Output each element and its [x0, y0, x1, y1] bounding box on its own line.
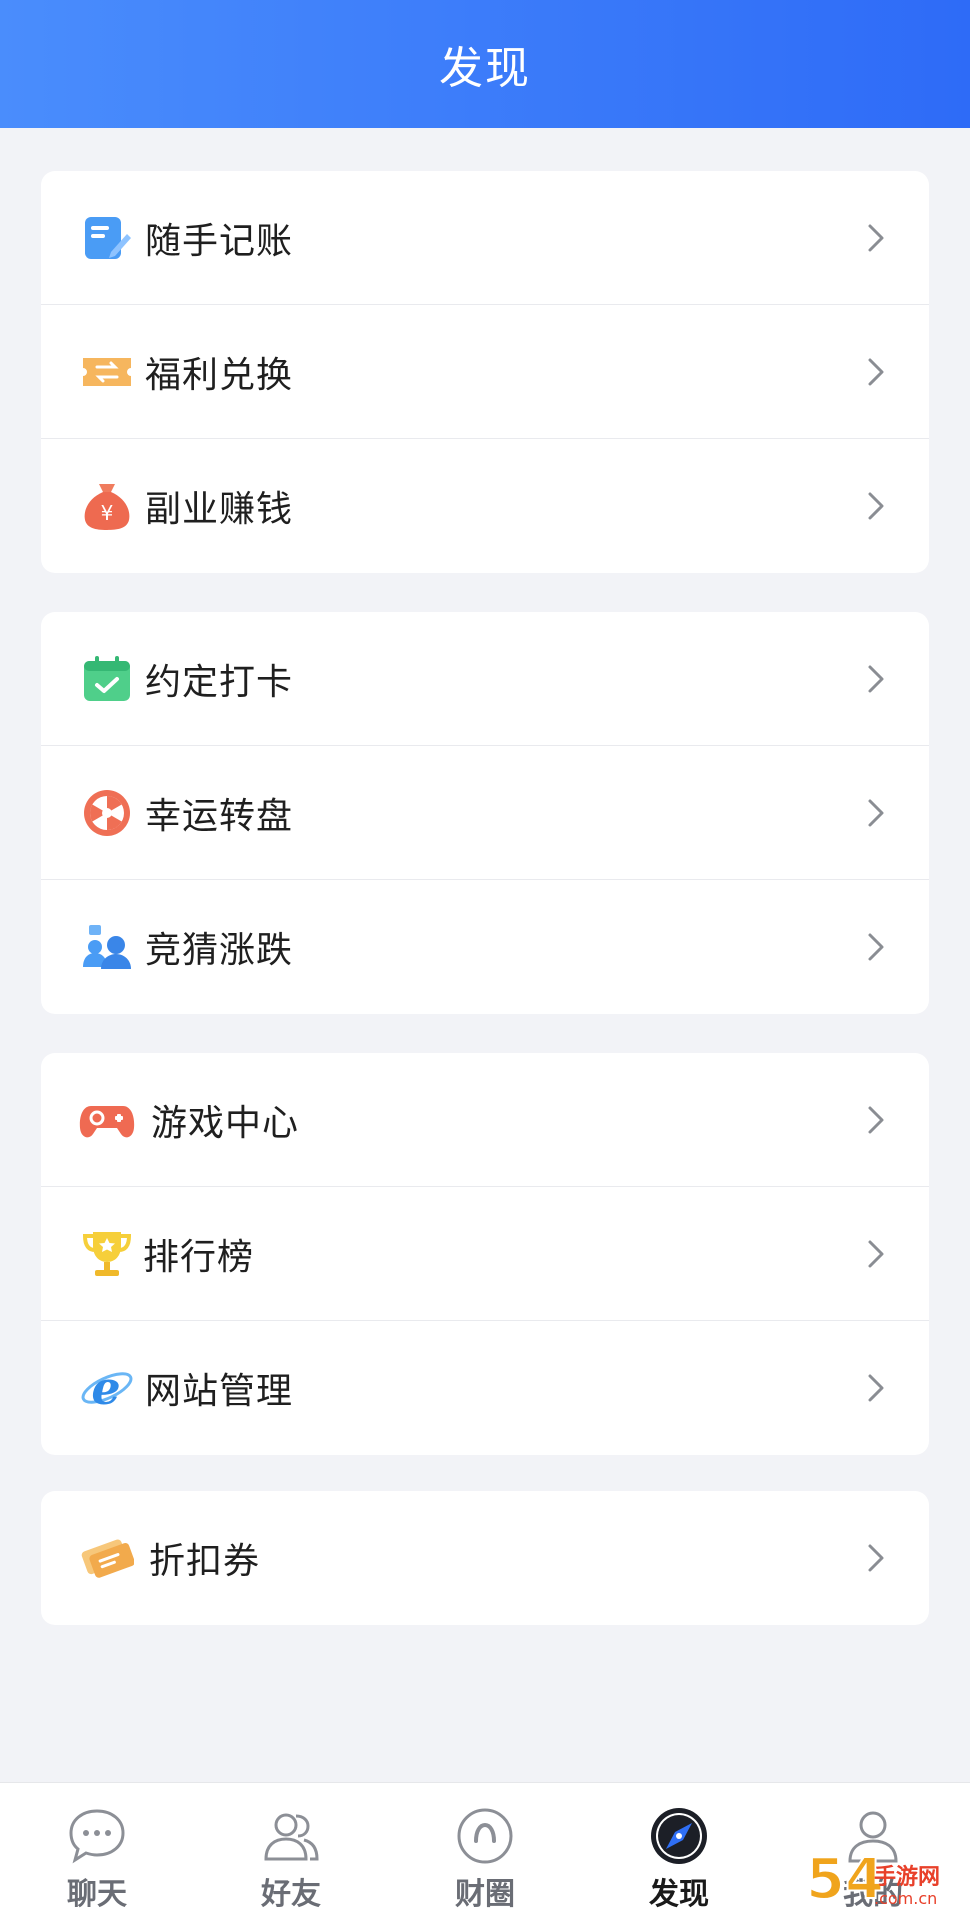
tab-finance-circle[interactable]: 财圈	[388, 1783, 582, 1920]
site-watermark: 54 手游网 .com.cn	[802, 1840, 962, 1910]
svg-text:.com.cn: .com.cn	[874, 1889, 937, 1908]
menu-item-side-income[interactable]: ¥ 副业赚钱	[41, 439, 929, 573]
svg-text:e: e	[91, 1362, 120, 1414]
tab-label: 财圈	[455, 1877, 515, 1912]
menu-item-welfare-exchange[interactable]: 福利兑换	[41, 305, 929, 439]
chevron-right-icon	[863, 489, 889, 523]
friends-icon	[264, 1813, 319, 1861]
menu-item-label: 约定打卡	[145, 661, 294, 703]
menu-item-game-center[interactable]: 游戏中心	[41, 1053, 929, 1187]
svg-text:手游网: 手游网	[874, 1864, 940, 1890]
menu-item-check-in[interactable]: 约定打卡	[41, 612, 929, 746]
menu-item-label: 福利兑换	[145, 354, 294, 396]
chevron-right-icon	[863, 221, 889, 255]
menu-item-coupons[interactable]: 折扣券	[41, 1491, 929, 1625]
tab-label: 发现	[649, 1877, 709, 1912]
chevron-right-icon	[863, 1237, 889, 1271]
chevron-right-icon	[863, 355, 889, 389]
browser-e-icon: e	[79, 1360, 135, 1416]
menu-item-label: 幸运转盘	[145, 795, 294, 837]
page-title: 发现	[439, 43, 531, 94]
chat-bubble-icon	[69, 1809, 125, 1864]
compass-icon	[651, 1808, 707, 1864]
menu-item-bookkeeping[interactable]: 随手记账	[41, 171, 929, 305]
menu-group-1: 随手记账 福利兑换 ¥ 副业赚钱	[41, 171, 929, 573]
menu-item-label: 游戏中心	[151, 1102, 300, 1144]
menu-item-website-manage[interactable]: e 网站管理	[41, 1321, 929, 1455]
chevron-right-icon	[863, 930, 889, 964]
menu-group-2: 约定打卡 幸运转盘 竞猜涨跌	[41, 612, 929, 1014]
tab-friends[interactable]: 好友	[194, 1783, 388, 1920]
tab-discover[interactable]: 发现	[582, 1783, 776, 1920]
menu-item-leaderboard[interactable]: 排行榜	[41, 1187, 929, 1321]
notebook-pen-icon	[79, 210, 135, 266]
header-bar: 发现	[0, 0, 970, 128]
menu-group-4: 折扣券	[41, 1491, 929, 1625]
circle-icon	[457, 1808, 513, 1864]
money-bag-icon: ¥	[79, 478, 135, 534]
tab-label: 聊天	[67, 1877, 127, 1912]
menu-item-label: 网站管理	[145, 1371, 294, 1412]
chevron-right-icon	[863, 1371, 889, 1405]
menu-item-label: 折扣券	[149, 1541, 261, 1582]
chevron-right-icon	[863, 1103, 889, 1137]
menu-item-label: 排行榜	[143, 1236, 255, 1278]
svg-text:¥: ¥	[101, 501, 114, 525]
watermark-logo-icon: 54 手游网 .com.cn	[805, 1846, 940, 1910]
ticket-exchange-icon	[79, 344, 135, 400]
svg-text:54: 54	[806, 1847, 884, 1910]
chevron-right-icon	[863, 1541, 889, 1575]
coupon-icon	[79, 1530, 135, 1586]
chevron-right-icon	[863, 796, 889, 830]
chevron-right-icon	[863, 662, 889, 696]
people-guess-icon	[79, 919, 135, 975]
menu-group-3: 游戏中心 排行榜 e 网站管理	[41, 1053, 929, 1455]
menu-item-label: 随手记账	[145, 220, 294, 262]
lucky-wheel-icon	[79, 785, 135, 841]
gamepad-icon	[79, 1092, 135, 1148]
menu-item-guess-rise-fall[interactable]: 竞猜涨跌	[41, 880, 929, 1014]
menu-item-label: 副业赚钱	[145, 489, 294, 530]
tab-label: 好友	[261, 1877, 321, 1912]
trophy-icon	[79, 1226, 135, 1282]
calendar-check-icon	[79, 651, 135, 707]
menu-item-label: 竞猜涨跌	[145, 930, 294, 971]
menu-item-lucky-wheel[interactable]: 幸运转盘	[41, 746, 929, 880]
tab-chat[interactable]: 聊天	[0, 1783, 194, 1920]
